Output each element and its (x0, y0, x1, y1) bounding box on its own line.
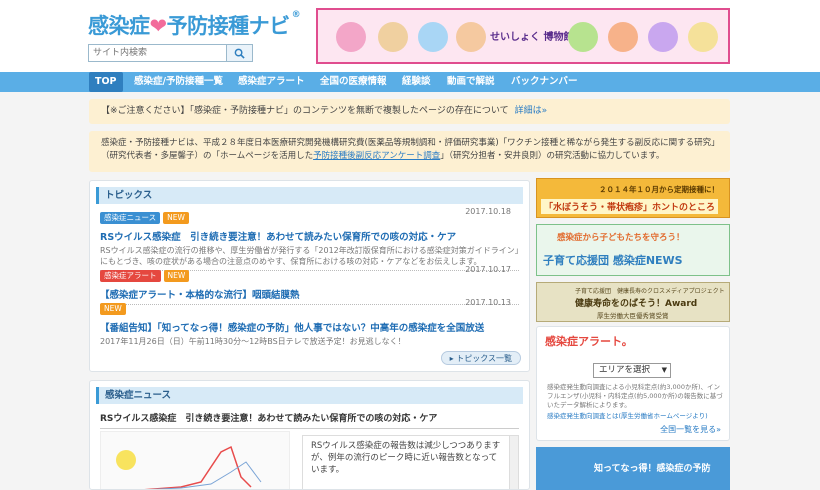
alert-widget: 感染症アラート。 エリアを選択 ▼ 感染症発生動向調査による小児科定点(約3,0… (536, 326, 730, 441)
germ-character-icon (608, 22, 638, 52)
category-tag[interactable]: 感染症ニュース (100, 211, 161, 224)
museum-banner[interactable]: せいしょく 博物館 (316, 8, 730, 64)
new-badge: NEW (100, 302, 126, 315)
banner-title: せいしょく 博物館 (490, 32, 574, 43)
topic-item: NEW 2017.10.13 【番組告知】「知ってなっ得！感染症の予防」他人事で… (100, 298, 519, 347)
germ-character-icon (688, 22, 718, 52)
topic-title-link[interactable]: RSウイルス感染症 引き続き要注意！あわせて読みたい保育所での咳の対応・ケア (100, 229, 519, 243)
chickenpox-banner[interactable]: ２０１４年１０月から定期接種に！ 「水ぼうそう・帯状疱疹」ホントのところ (536, 178, 730, 218)
dropdown-arrow-icon: ▼ (661, 366, 667, 374)
survey-link[interactable]: 予防接種後副反応アンケート調査 (313, 151, 440, 161)
banner-subtext: 感染症から子どもたちを守ろう！ (557, 233, 685, 243)
germ-character-icon (648, 22, 678, 52)
alert-title: 感染症アラート。 (545, 335, 633, 348)
news-panel: 感染症ニュース RSウイルス感染症 引き続き要注意！あわせて読みたい保育所での咳… (89, 380, 530, 490)
banner-subtext: 子育て応援団 健康長寿のクロスメディアプロジェクト (575, 288, 725, 295)
national-list-link[interactable]: 全国一覧を見る» (660, 424, 721, 435)
intro-box: 感染症・予防接種ナビは、平成２８年度日本医療研究開発機構研究費(医薬品等規制調和… (89, 131, 730, 172)
award-banner[interactable]: 子育て応援団 健康長寿のクロスメディアプロジェクト 健康寿命をのばそう！Awar… (536, 282, 730, 322)
germ-character-icon (568, 22, 598, 52)
germ-character-icon (336, 22, 366, 52)
intro-text-end: 」（研究分担者・安井良則）の研究活動に協力しています。 (440, 151, 665, 161)
area-select[interactable]: エリアを選択 ▼ (593, 363, 671, 378)
alert-note: 感染症発生動向調査による小児科定点(約3,000か所)、インフルエンザ(小児科・… (547, 383, 723, 409)
notice-detail-link[interactable]: 詳細は» (515, 106, 548, 116)
news-article-title[interactable]: RSウイルス感染症 引き続き要注意！あわせて読みたい保育所での咳の対応・ケア (100, 411, 519, 429)
new-badge: NEW (163, 269, 190, 282)
banner-title: 子育て応援団 感染症NEWS (543, 254, 683, 267)
nav-disease-list[interactable]: 感染症/予防接種一覧 (134, 72, 223, 92)
nav-alert[interactable]: 感染症アラート (238, 72, 305, 92)
germ-character-icon (456, 22, 486, 52)
tv-program-banner[interactable]: 知ってなっ得！感染症の予防 (536, 447, 730, 490)
magnifier-icon (234, 48, 245, 59)
topic-date: 2017.10.17 (465, 265, 511, 274)
banner-title: 知ってなっ得！感染症の予防 (594, 464, 711, 474)
nav-medical-info[interactable]: 全国の医療情報 (320, 72, 387, 92)
banner-title: 健康寿命をのばそう！Award (575, 299, 698, 309)
banner-subtext: ２０１４年１０月から定期接種に！ (599, 185, 719, 194)
topics-panel: トピックス 感染症ニュース NEW 2017.10.18 RSウイルス感染症 引き… (89, 180, 530, 372)
line-chart-icon (116, 445, 262, 489)
site-search (88, 44, 253, 62)
topics-list-button[interactable]: ▸ トピックス一覧 (440, 351, 521, 365)
scrollbar[interactable] (509, 436, 518, 489)
banner-title: 「水ぼうそう・帯状疱疹」ホントのところ (541, 199, 719, 214)
topic-summary: 2017年11月26日（日）午前11時30分～12時BS日テレで放送予定！お見逃… (100, 337, 406, 346)
topic-summary: RSウイルス感染症の流行の推移や、厚生労働省が発行する「2012年改訂版保育所に… (100, 246, 519, 266)
news-chart-thumbnail[interactable] (100, 431, 290, 489)
topic-date: 2017.10.18 (465, 207, 511, 216)
news-excerpt: RSウイルス感染症の報告数は減少しつつありますが、例年の流行のピーク時に近い報告… (311, 441, 501, 475)
germ-character-icon (418, 22, 448, 52)
kids-news-banner[interactable]: 感染症から子どもたちを守ろう！ 子育て応援団 感染症NEWS (536, 224, 730, 276)
notice-text: 【※ご注意ください】「感染症・予防接種ナビ」のコンテンツを無断で複製したページの… (101, 106, 509, 116)
caution-notice: 【※ご注意ください】「感染症・予防接種ナビ」のコンテンツを無断で複製したページの… (89, 99, 730, 124)
logo-text-2: 予防接種ナビ (166, 14, 291, 38)
topic-date: 2017.10.13 (465, 298, 511, 307)
banner-caption: 厚生労働大臣優秀賞受賞 (597, 312, 669, 320)
nav-backnumber[interactable]: バックナンバー (511, 72, 578, 92)
germ-character-icon (378, 22, 408, 52)
logo-text: 感染症 (88, 14, 150, 38)
surveillance-link[interactable]: 感染症発生動向調査とは(厚生労働省ホームページより) (547, 410, 708, 420)
search-input[interactable] (88, 44, 228, 62)
topic-title-link[interactable]: 【番組告知】「知ってなっ得！感染症の予防」他人事ではない？中高年の感染症を全国放… (100, 320, 519, 334)
heart-icon: ❤ (149, 14, 168, 38)
nav-experience[interactable]: 経験談 (402, 72, 431, 92)
topics-heading: トピックス (96, 187, 523, 204)
site-header: 感染症❤予防接種ナビ® せいしょく 博物館 (0, 0, 820, 72)
news-text-box[interactable]: RSウイルス感染症の報告数は減少しつつありますが、例年の流行のピーク時に近い報告… (302, 435, 519, 489)
nav-top[interactable]: TOP (89, 72, 123, 92)
main-nav: TOP 感染症/予防接種一覧 感染症アラート 全国の医療情報 経験談 動画で解説… (0, 72, 820, 92)
category-tag[interactable]: 感染症アラート (100, 269, 161, 282)
registered-mark: ® (291, 10, 301, 20)
topics-list-label: トピックス一覧 (456, 354, 512, 363)
new-badge: NEW (163, 211, 189, 224)
site-logo[interactable]: 感染症❤予防接種ナビ ® (88, 10, 301, 40)
search-button[interactable] (227, 44, 253, 62)
topic-item: 感染症ニュース NEW 2017.10.18 RSウイルス感染症 引き続き要注意！… (100, 207, 519, 271)
nav-video[interactable]: 動画で解説 (447, 72, 495, 92)
news-heading: 感染症ニュース (96, 387, 523, 404)
area-select-value: エリアを選択 (599, 365, 651, 375)
